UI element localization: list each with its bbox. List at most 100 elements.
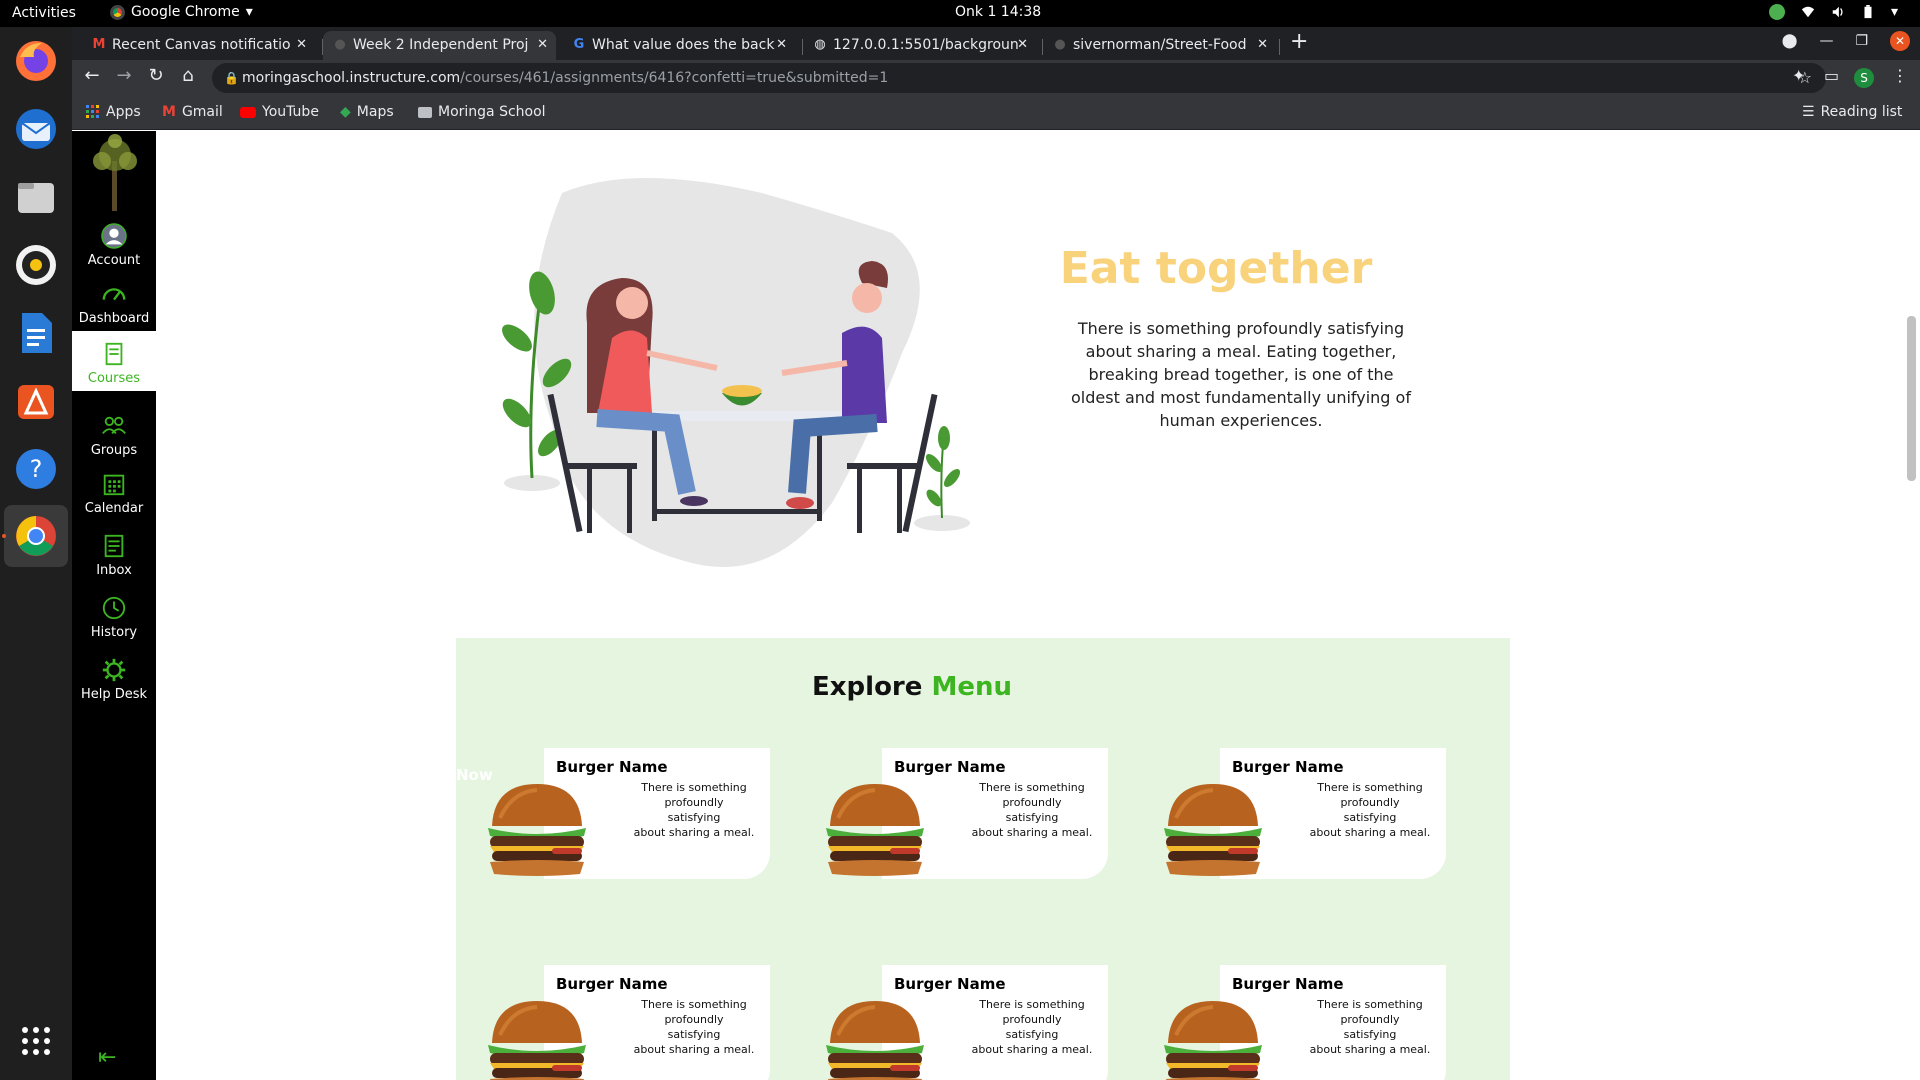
burger-image [1158, 995, 1268, 1080]
address-bar[interactable]: 🔒 moringaschool.instructure.com/courses/… [212, 63, 1826, 93]
nav-label: Account [87, 253, 141, 268]
moringa-tree-logo[interactable] [82, 131, 148, 215]
description-line: satisfying [1343, 811, 1397, 824]
chrome-icon [110, 4, 125, 20]
show-applications-icon[interactable] [22, 1027, 50, 1055]
nav-groups[interactable]: Groups [72, 413, 156, 458]
tab-google-search[interactable]: G What value does the back ✕ [562, 31, 795, 60]
nav-calendar[interactable]: Calendar [72, 471, 156, 516]
menu-title: Explore Menu [456, 672, 1368, 702]
burger-image [482, 995, 592, 1080]
files-icon[interactable] [12, 173, 60, 221]
svg-text:?: ? [30, 455, 43, 483]
description-line: about sharing a meal. [633, 826, 755, 839]
description-line: profoundly [1340, 796, 1400, 809]
menu-title-accent: Menu [931, 672, 1012, 702]
power-menu-icon[interactable]: ▾ [1891, 4, 1898, 20]
nav-inbox[interactable]: Inbox [72, 533, 156, 578]
burger-name: Burger Name [556, 758, 668, 776]
reading-list-button[interactable]: ☰ Reading list [1802, 104, 1902, 120]
system-top-bar: Activities Google Chrome ▾ Onk 1 14:38 ▾ [0, 0, 1920, 27]
nav-courses[interactable]: Courses [72, 331, 156, 391]
bookmark-apps[interactable]: Apps [86, 104, 141, 120]
app-menu[interactable]: Google Chrome ▾ [110, 4, 253, 20]
description-line: profoundly [664, 1013, 724, 1026]
collapse-nav-icon[interactable]: ⇤ [98, 1045, 116, 1070]
burger-name: Burger Name [894, 758, 1006, 776]
lock-icon[interactable]: 🔒 [224, 63, 239, 93]
google-icon: G [573, 37, 585, 52]
dashboard-gauge-icon [102, 288, 126, 301]
bookmark-label: YouTube [262, 104, 319, 120]
bookmark-maps[interactable]: ◆ Maps [340, 104, 394, 120]
nav-history[interactable]: History [72, 595, 156, 640]
nav-dashboard[interactable]: Dashboard [72, 281, 156, 326]
clock[interactable]: Onk 1 14:38 [955, 4, 1041, 20]
maximize-button[interactable]: ❐ [1855, 33, 1868, 49]
system-tray[interactable]: ▾ [1768, 4, 1898, 20]
nav-account[interactable]: Account [72, 223, 156, 268]
tab-search-icon[interactable]: ⬤ [1782, 33, 1798, 49]
history-clock-icon [102, 596, 126, 620]
description-line: satisfying [1005, 1028, 1059, 1041]
bookmark-gmail[interactable]: M Gmail [162, 104, 223, 120]
new-tab-button[interactable]: + [1290, 29, 1308, 54]
close-icon[interactable]: ✕ [1017, 31, 1028, 59]
burger-description: There is something profoundly satisfying ab… [958, 780, 1106, 840]
description-line: profoundly [664, 796, 724, 809]
close-icon[interactable]: ✕ [296, 31, 307, 59]
burger-image [820, 995, 930, 1080]
groups-icon [102, 416, 126, 435]
burger-image [482, 778, 592, 878]
ubuntu-software-icon[interactable] [12, 377, 60, 425]
profile-avatar[interactable]: S [1854, 68, 1874, 88]
libreoffice-writer-icon[interactable] [12, 309, 60, 357]
nav-label: Calendar [84, 501, 144, 516]
description-line: about sharing a meal. [971, 1043, 1093, 1056]
nav-label: Courses [87, 371, 141, 386]
firefox-icon[interactable] [12, 37, 60, 85]
description-line: There is something [1317, 781, 1423, 794]
chrome-icon[interactable] [12, 512, 60, 560]
bookmark-moringa-school[interactable]: Moringa School [418, 104, 546, 120]
chrome-menu-icon[interactable]: ⋮ [1892, 66, 1908, 85]
description-line: There is something [1317, 998, 1423, 1011]
burger-name: Burger Name [1232, 975, 1344, 993]
reading-list-icon: ☰ [1802, 104, 1815, 120]
description-line: satisfying [1005, 811, 1059, 824]
close-window-button[interactable]: ✕ [1890, 31, 1910, 51]
cast-icon[interactable]: ▭ [1824, 66, 1839, 85]
close-icon[interactable]: ✕ [776, 31, 787, 59]
page-scrollbar[interactable] [1903, 131, 1920, 1080]
back-icon[interactable]: ← [80, 65, 104, 86]
activities-button[interactable]: Activities [12, 5, 76, 21]
tab-github-repo[interactable]: ● sivernorman/Street-Food ✕ [1043, 31, 1276, 60]
github-icon: ● [334, 37, 346, 52]
burger-description: There is something profoundly satisfying ab… [620, 780, 768, 840]
tab-title: Recent Canvas notificatio [112, 37, 291, 53]
description-line: There is something [641, 998, 747, 1011]
burger-description: There is something profoundly satisfying ab… [1296, 780, 1444, 840]
reload-icon[interactable]: ↻ [144, 65, 168, 86]
close-icon[interactable]: ✕ [1257, 31, 1268, 59]
help-icon[interactable]: ? [12, 445, 60, 493]
update-shield-icon[interactable] [1768, 4, 1785, 20]
tab-canvas-notifications[interactable]: M Recent Canvas notificatio ✕ [82, 31, 315, 60]
tab-title: What value does the back [592, 37, 775, 53]
tab-week-2-project[interactable]: ● Week 2 Independent Proj ✕ [323, 31, 556, 60]
forward-icon[interactable]: → [112, 65, 136, 86]
nav-help-desk[interactable]: Help Desk [72, 657, 156, 702]
close-icon[interactable]: ✕ [537, 31, 548, 59]
burger-image [820, 778, 930, 878]
url-host: moringaschool.instructure.com [242, 70, 461, 86]
burger-name: Burger Name [894, 975, 1006, 993]
home-icon[interactable]: ⌂ [176, 65, 200, 86]
minimize-button[interactable]: — [1819, 33, 1833, 49]
rhythmbox-icon[interactable] [12, 241, 60, 289]
tab-localhost[interactable]: ◍ 127.0.0.1:5501/backgroun ✕ [803, 31, 1036, 60]
scrollbar-thumb[interactable] [1907, 316, 1916, 481]
bookmark-youtube[interactable]: YouTube [240, 104, 319, 120]
thunderbird-icon[interactable] [12, 105, 60, 153]
volume-icon [1832, 6, 1843, 18]
extensions-icon[interactable]: ✦ [1792, 66, 1805, 85]
